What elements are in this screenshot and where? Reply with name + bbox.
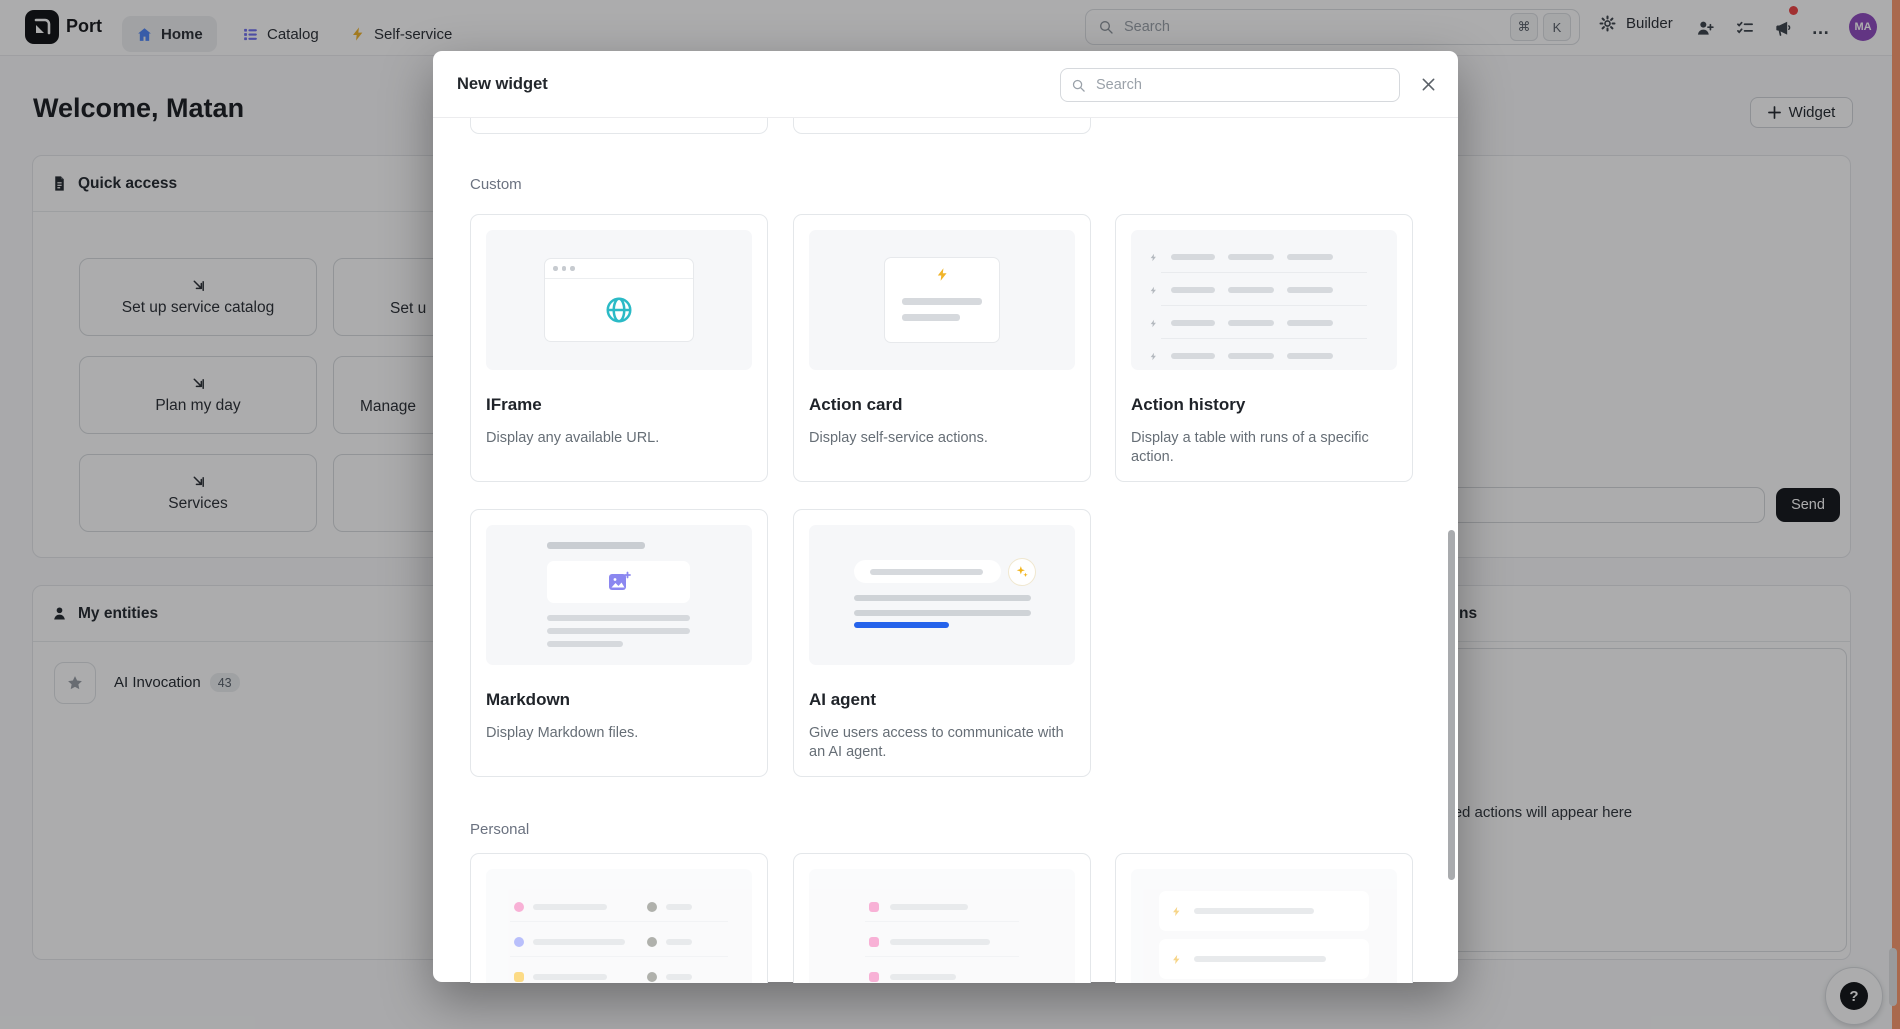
ai-agent-preview xyxy=(809,525,1075,665)
personal-preview-3 xyxy=(1131,869,1397,983)
personal-card-3[interactable] xyxy=(1115,853,1413,983)
modal-close-button[interactable] xyxy=(1413,69,1443,99)
iframe-preview xyxy=(486,230,752,370)
modal-scrollbar-thumb[interactable] xyxy=(1448,530,1455,880)
action-history-preview xyxy=(1131,230,1397,370)
cutoff-card xyxy=(470,117,768,134)
new-widget-modal: New widget Custom xyxy=(433,51,1458,982)
modal-search-input[interactable] xyxy=(1094,76,1389,94)
personal-preview-2 xyxy=(809,869,1075,983)
widget-card-markdown[interactable]: Markdown Display Markdown files. xyxy=(470,509,768,777)
widget-card-ai-agent[interactable]: AI agent Give users access to communicat… xyxy=(793,509,1091,777)
personal-card-2[interactable] xyxy=(793,853,1091,983)
sparkles-icon xyxy=(1015,565,1029,579)
action-card-preview xyxy=(809,230,1075,370)
personal-card-1[interactable] xyxy=(470,853,768,983)
bolt-icon xyxy=(935,267,950,282)
modal-search[interactable] xyxy=(1060,68,1400,102)
image-plus-icon xyxy=(607,570,631,594)
widget-card-action-card[interactable]: Action card Display self-service actions… xyxy=(793,214,1091,482)
cutoff-card xyxy=(793,117,1091,134)
personal-preview-1 xyxy=(486,869,752,983)
globe-icon xyxy=(604,295,634,325)
markdown-preview xyxy=(486,525,752,665)
section-custom-label: Custom xyxy=(470,176,522,193)
widget-card-iframe[interactable]: IFrame Display any available URL. xyxy=(470,214,768,482)
close-icon xyxy=(1421,77,1436,92)
section-personal-label: Personal xyxy=(470,821,529,838)
screen: Port Home Catalog Self-service xyxy=(0,0,1900,1029)
search-icon xyxy=(1071,78,1086,93)
widget-card-action-history[interactable]: Action history Display a table with runs… xyxy=(1115,214,1413,482)
modal-title: New widget xyxy=(457,75,548,94)
modal-scroll-area[interactable]: Custom xyxy=(433,117,1458,983)
